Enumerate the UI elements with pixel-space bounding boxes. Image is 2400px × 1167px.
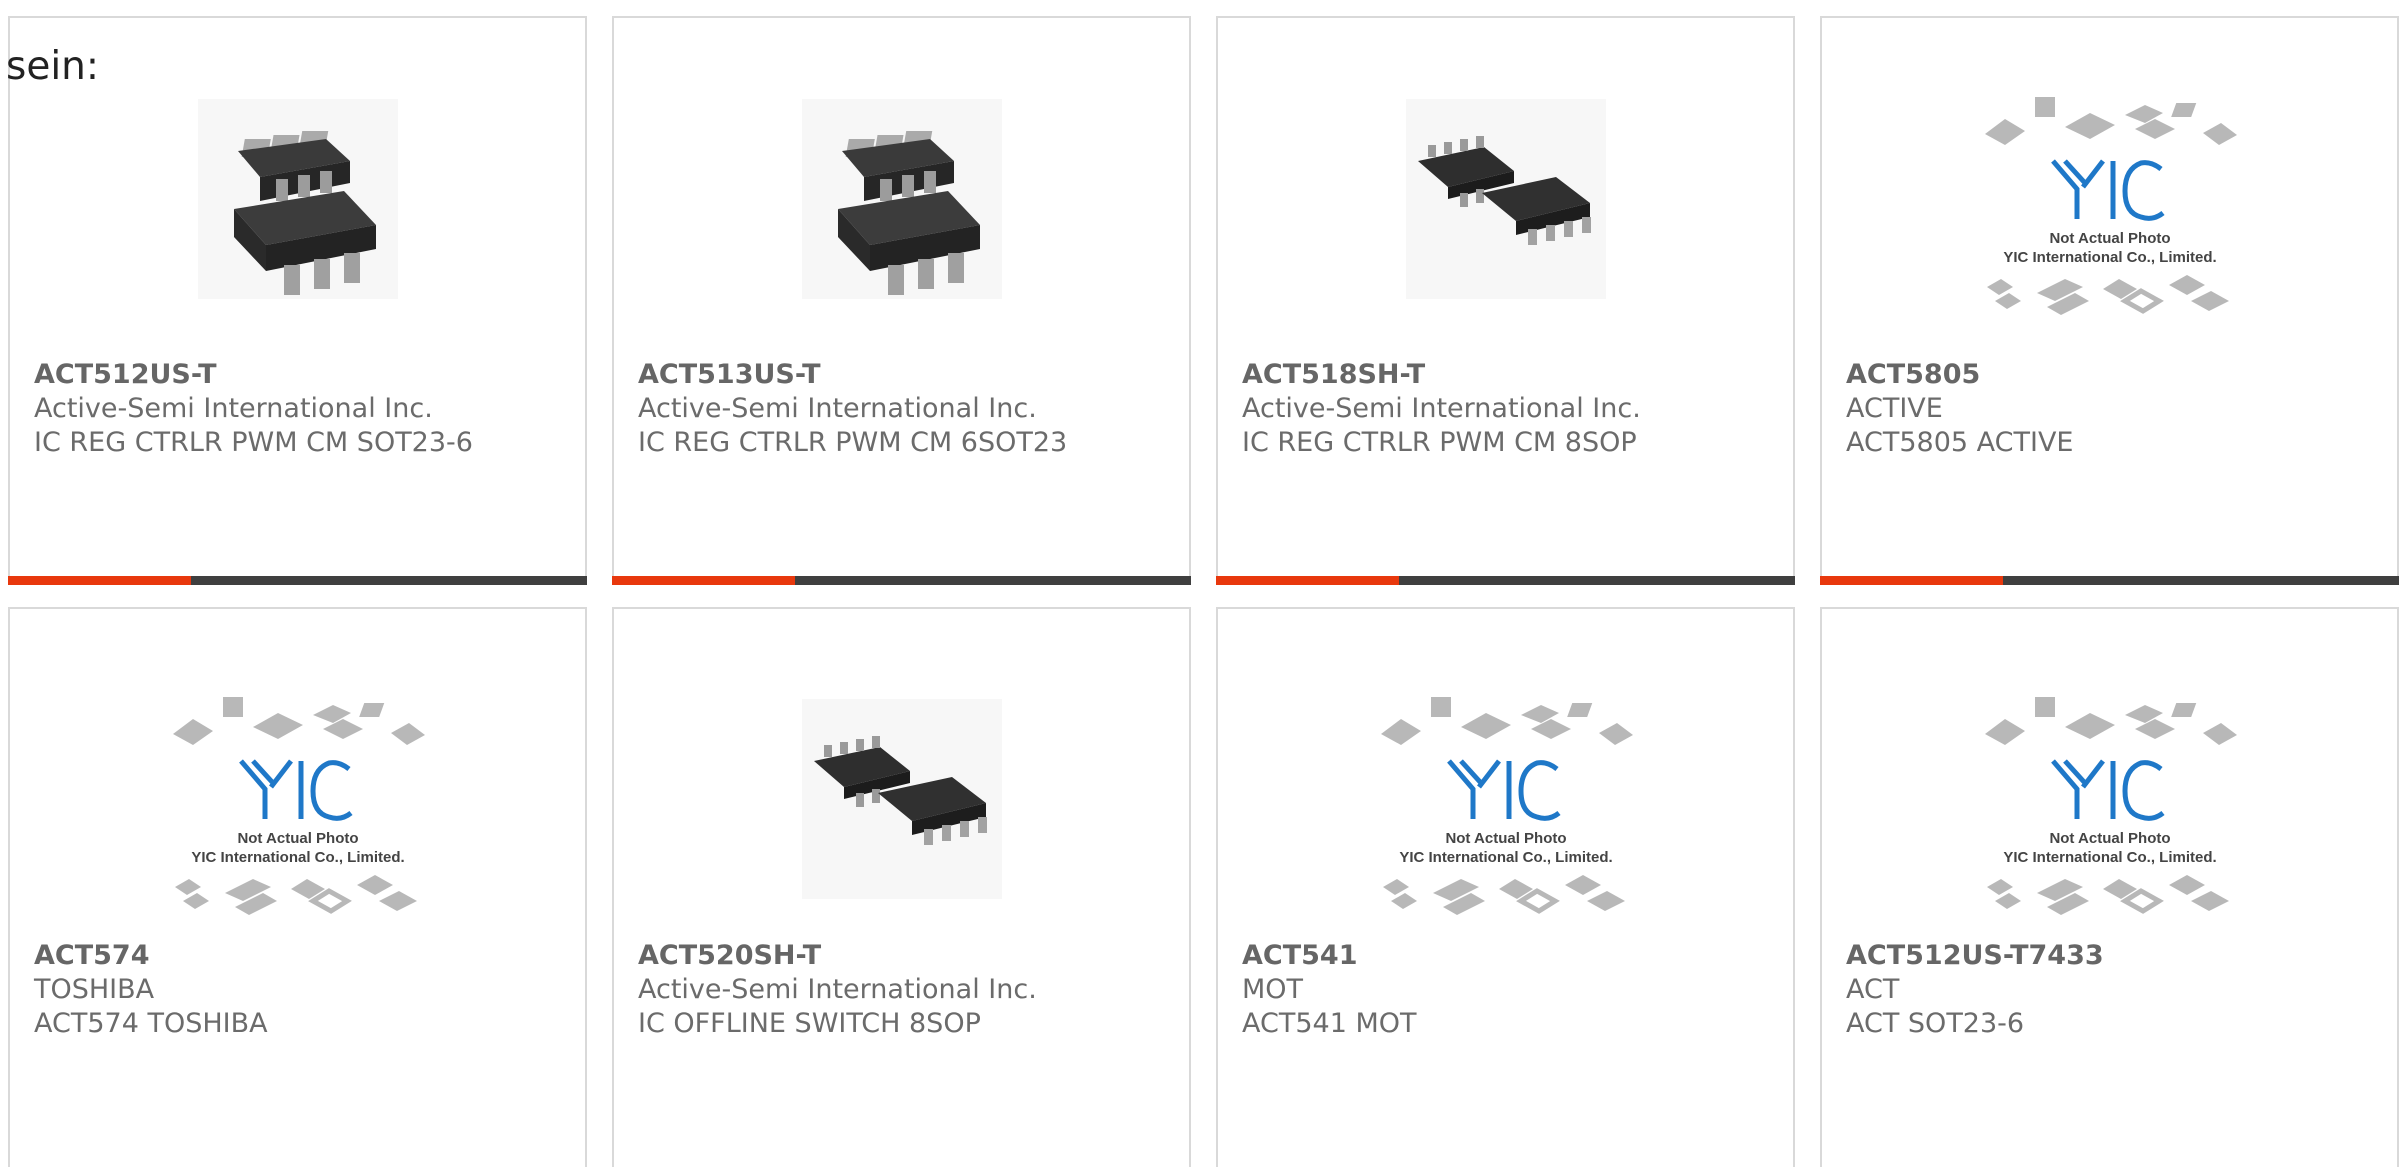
product-image[interactable] xyxy=(614,84,1189,314)
svg-text:Not Actual Photo: Not Actual Photo xyxy=(2049,830,2170,847)
product-card[interactable]: ACT512US-T Active-Semi International Inc… xyxy=(8,16,587,585)
part-number[interactable]: ACT512US-T7433 xyxy=(1846,939,2381,973)
part-number[interactable]: ACT518SH-T xyxy=(1242,358,1777,392)
svg-text:YIC International Co., Limited: YIC International Co., Limited. xyxy=(2003,249,2216,266)
product-info: ACT574 TOSHIBA ACT574 TOSHIBA xyxy=(34,939,569,1041)
accent-bar xyxy=(8,576,587,585)
product-card[interactable]: ACT513US-T Active-Semi International Inc… xyxy=(612,16,1191,585)
svg-text:Not Actual Photo: Not Actual Photo xyxy=(237,830,358,847)
manufacturer: ACTIVE xyxy=(1846,393,1943,424)
description: ACT541 MOT xyxy=(1242,1008,1417,1039)
product-info: ACT541 MOT ACT541 MOT xyxy=(1242,939,1777,1041)
accent-bar-fill xyxy=(1216,576,1399,585)
product-image[interactable] xyxy=(10,84,585,314)
yic-placeholder-logo: Not Actual Photo YIC International Co., … xyxy=(172,697,425,915)
yic-placeholder-logo: Not Actual Photo YIC International Co., … xyxy=(1984,97,2237,315)
product-info: ACT5805 ACTIVE ACT5805 ACTIVE xyxy=(1846,358,2381,460)
manufacturer: Active-Semi International Inc. xyxy=(1242,393,1641,424)
accent-bar xyxy=(1820,576,2399,585)
svg-text:YIC International Co., Limited: YIC International Co., Limited. xyxy=(1399,849,1612,866)
manufacturer: TOSHIBA xyxy=(34,974,155,1005)
sot23-6-chip-photo xyxy=(197,99,398,299)
accent-bar xyxy=(612,576,1191,585)
product-card[interactable]: ACT520SH-T Active-Semi International Inc… xyxy=(612,607,1191,1167)
manufacturer: Active-Semi International Inc. xyxy=(638,974,1037,1005)
product-image[interactable]: Not Actual Photo YIC International Co., … xyxy=(1822,84,2397,315)
manufacturer: ACT xyxy=(1846,974,1900,1005)
description: ACT574 TOSHIBA xyxy=(34,1008,268,1039)
manufacturer: MOT xyxy=(1242,974,1304,1005)
accent-bar-fill xyxy=(1820,576,2003,585)
sop8-chip-photo xyxy=(1405,99,1606,299)
product-card[interactable]: Not Actual Photo YIC International Co., … xyxy=(1820,16,2399,585)
yic-placeholder-logo: Not Actual Photo YIC International Co., … xyxy=(1380,697,1633,915)
description: ACT5805 ACTIVE xyxy=(1846,427,2074,458)
description: ACT SOT23-6 xyxy=(1846,1008,2025,1039)
part-number[interactable]: ACT520SH-T xyxy=(638,939,1173,973)
part-number[interactable]: ACT513US-T xyxy=(638,358,1173,392)
accent-bar xyxy=(1216,576,1795,585)
svg-text:Not Actual Photo: Not Actual Photo xyxy=(1445,830,1566,847)
product-image[interactable] xyxy=(614,684,1189,914)
product-grid-page: sein: ACT512US-T Active-Semi Internation… xyxy=(0,0,2400,1167)
product-card[interactable]: ACT518SH-T Active-Semi International Inc… xyxy=(1216,16,1795,585)
yic-placeholder-logo: Not Actual Photo YIC International Co., … xyxy=(1984,697,2237,915)
description: IC REG CTRLR PWM CM 6SOT23 xyxy=(638,427,1068,458)
product-info: ACT518SH-T Active-Semi International Inc… xyxy=(1242,358,1777,460)
svg-text:Not Actual Photo: Not Actual Photo xyxy=(2049,230,2170,247)
product-card[interactable]: Not Actual Photo YIC International Co., … xyxy=(8,607,587,1167)
product-card[interactable]: Not Actual Photo YIC International Co., … xyxy=(1216,607,1795,1167)
product-info: ACT513US-T Active-Semi International Inc… xyxy=(638,358,1173,460)
manufacturer: Active-Semi International Inc. xyxy=(638,393,1037,424)
svg-text:YIC International Co., Limited: YIC International Co., Limited. xyxy=(191,849,404,866)
svg-text:YIC International Co., Limited: YIC International Co., Limited. xyxy=(2003,849,2216,866)
product-info: ACT520SH-T Active-Semi International Inc… xyxy=(638,939,1173,1041)
manufacturer: Active-Semi International Inc. xyxy=(34,393,433,424)
product-grid: ACT512US-T Active-Semi International Inc… xyxy=(8,16,2400,1167)
product-info: ACT512US-T7433 ACT ACT SOT23-6 xyxy=(1846,939,2381,1041)
product-image[interactable]: Not Actual Photo YIC International Co., … xyxy=(1218,684,1793,915)
description: IC REG CTRLR PWM CM SOT23-6 xyxy=(34,427,473,458)
part-number[interactable]: ACT541 xyxy=(1242,939,1777,973)
description: IC REG CTRLR PWM CM 8SOP xyxy=(1242,427,1637,458)
accent-bar-fill xyxy=(612,576,795,585)
product-image[interactable]: Not Actual Photo YIC International Co., … xyxy=(1822,684,2397,915)
description: IC OFFLINE SWITCH 8SOP xyxy=(638,1008,981,1039)
sop8-chip-photo xyxy=(801,699,1002,899)
accent-bar-fill xyxy=(8,576,191,585)
part-number[interactable]: ACT5805 xyxy=(1846,358,2381,392)
product-info: ACT512US-T Active-Semi International Inc… xyxy=(34,358,569,460)
product-card[interactable]: Not Actual Photo YIC International Co., … xyxy=(1820,607,2399,1167)
product-image[interactable] xyxy=(1218,84,1793,314)
sot23-6-chip-photo xyxy=(801,99,1002,299)
lead-text: sein: xyxy=(6,44,100,89)
product-image[interactable]: Not Actual Photo YIC International Co., … xyxy=(10,684,585,915)
part-number[interactable]: ACT512US-T xyxy=(34,358,569,392)
part-number[interactable]: ACT574 xyxy=(34,939,569,973)
